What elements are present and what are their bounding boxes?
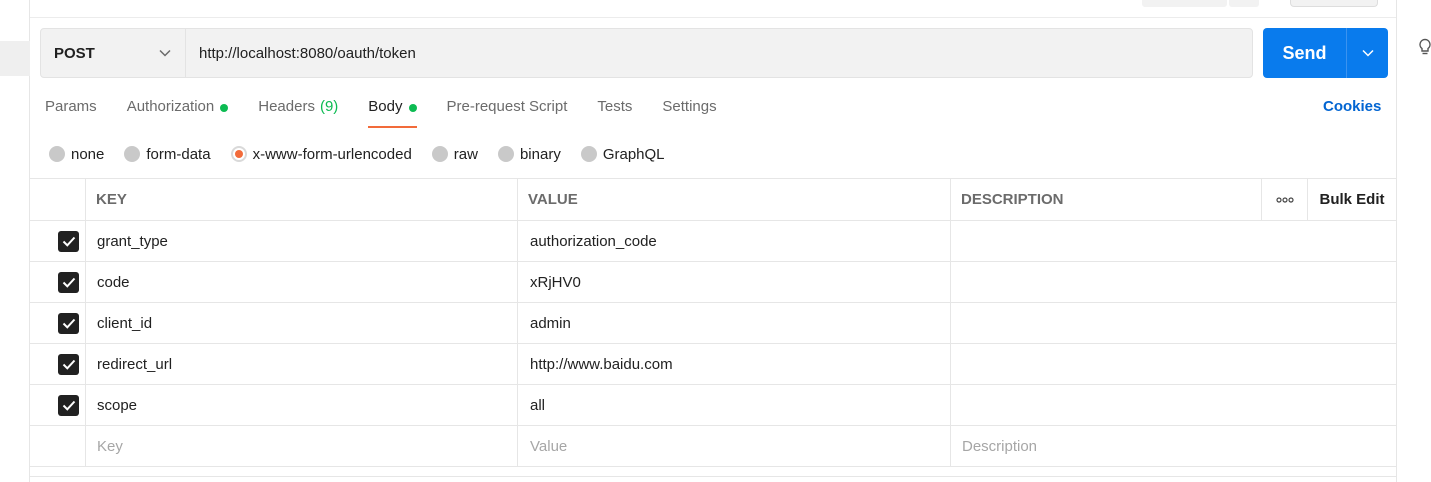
value-cell[interactable]: authorization_code (518, 221, 951, 261)
tab-authorization[interactable]: Authorization (127, 98, 229, 128)
top-control[interactable] (1229, 0, 1259, 7)
radio-binary[interactable]: binary (497, 146, 561, 163)
header-checkbox-cell (30, 179, 86, 220)
method-select[interactable]: POST (41, 29, 186, 77)
description-cell[interactable] (951, 344, 1396, 384)
radio-circle (580, 146, 597, 162)
checkmark-icon (62, 400, 75, 411)
tab-body[interactable]: Body (368, 98, 417, 128)
params-table: KEY VALUE DESCRIPTION Bulk Edit grant_ty… (30, 178, 1396, 467)
value-cell[interactable]: xRjHV0 (518, 262, 951, 302)
status-dot (408, 104, 417, 112)
cookies-link[interactable]: Cookies (1323, 98, 1381, 115)
radio-form-data[interactable]: form-data (124, 146, 211, 163)
checkmark-icon (62, 318, 75, 329)
top-toggle[interactable] (1290, 0, 1378, 7)
url-bar: POST http://localhost:8080/oauth/token (40, 28, 1253, 78)
send-button-group: Send (1263, 28, 1388, 78)
description-cell[interactable] (951, 385, 1396, 425)
new-value-input[interactable]: Value (518, 426, 951, 466)
radio-none[interactable]: none (49, 146, 104, 163)
key-cell[interactable]: scope (86, 385, 518, 425)
bulk-edit-button[interactable]: Bulk Edit (1308, 179, 1396, 220)
status-dot (220, 104, 229, 112)
sidebar-selected-item[interactable] (0, 41, 30, 76)
radio-circle (497, 146, 514, 162)
checkmark-icon (62, 236, 75, 247)
description-cell[interactable] (951, 262, 1396, 302)
top-divider (30, 17, 1396, 18)
header-value: VALUE (518, 179, 951, 220)
radio-raw[interactable]: raw (431, 146, 478, 163)
more-options-button[interactable] (1262, 179, 1308, 220)
checkmark-icon (62, 359, 75, 370)
tab-headers[interactable]: Headers (9) (258, 98, 338, 128)
bottom-divider (30, 476, 1396, 477)
new-key-input[interactable]: Key (86, 426, 518, 466)
body-type-radios: none form-data x-www-form-urlencoded raw… (49, 144, 685, 164)
description-cell[interactable] (951, 221, 1396, 261)
table-row: code xRjHV0 (30, 262, 1396, 303)
table-row: redirect_url http://www.baidu.com (30, 344, 1396, 385)
method-label: POST (54, 44, 95, 62)
chevron-down-icon (1361, 49, 1374, 57)
description-cell[interactable] (951, 303, 1396, 343)
row-checkbox[interactable] (58, 312, 79, 334)
lightbulb-icon[interactable] (1417, 38, 1431, 56)
more-horizontal-icon (1275, 196, 1294, 203)
send-button[interactable]: Send (1263, 28, 1347, 78)
left-sidebar (0, 0, 30, 482)
radio-circle-selected (230, 146, 247, 162)
table-row: grant_type authorization_code (30, 221, 1396, 262)
url-text: http://localhost:8080/oauth/token (199, 44, 416, 62)
chevron-down-icon (159, 49, 171, 57)
row-checkbox[interactable] (58, 271, 79, 293)
new-description-input[interactable]: Description (951, 426, 1396, 466)
header-key: KEY (86, 179, 518, 220)
right-panel (1396, 0, 1431, 482)
table-row-new: Key Value Description (30, 426, 1396, 467)
key-cell[interactable]: redirect_url (86, 344, 518, 384)
table-header-row: KEY VALUE DESCRIPTION Bulk Edit (30, 178, 1396, 221)
key-cell[interactable]: grant_type (86, 221, 518, 261)
tab-settings[interactable]: Settings (662, 98, 716, 128)
radio-x-www-form-urlencoded[interactable]: x-www-form-urlencoded (230, 146, 412, 163)
request-tabs: Params Authorization Headers (9) Body Pre… (45, 98, 747, 128)
row-checkbox[interactable] (58, 230, 79, 252)
radio-graphql[interactable]: GraphQL (580, 146, 665, 163)
row-checkbox[interactable] (58, 394, 79, 416)
radio-circle (49, 146, 65, 162)
top-control[interactable] (1142, 0, 1227, 7)
key-cell[interactable]: client_id (86, 303, 518, 343)
radio-circle (124, 146, 141, 162)
value-cell[interactable]: admin (518, 303, 951, 343)
table-row: scope all (30, 385, 1396, 426)
tab-pre-request-script[interactable]: Pre-request Script (447, 98, 568, 128)
value-cell[interactable]: http://www.baidu.com (518, 344, 951, 384)
key-cell[interactable]: code (86, 262, 518, 302)
table-row: client_id admin (30, 303, 1396, 344)
header-description: DESCRIPTION (951, 179, 1262, 220)
radio-circle (431, 146, 448, 162)
row-checkbox[interactable] (58, 353, 79, 375)
headers-count: (9) (319, 98, 339, 115)
tab-params[interactable]: Params (45, 98, 97, 128)
tab-tests[interactable]: Tests (597, 98, 632, 128)
url-input[interactable]: http://localhost:8080/oauth/token (186, 29, 1252, 77)
value-cell[interactable]: all (518, 385, 951, 425)
send-options-button[interactable] (1347, 28, 1388, 78)
checkmark-icon (62, 277, 75, 288)
